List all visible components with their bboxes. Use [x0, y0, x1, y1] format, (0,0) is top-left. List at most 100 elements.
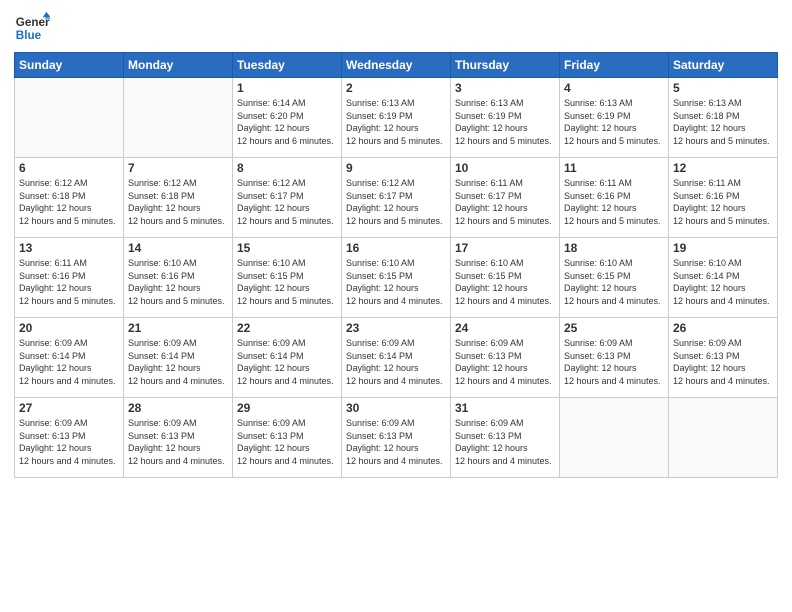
calendar-cell: 2 Sunrise: 6:13 AMSunset: 6:19 PMDaylight…: [342, 78, 451, 158]
day-number: 23: [346, 321, 446, 335]
day-info: Sunrise: 6:09 AMSunset: 6:13 PMDaylight:…: [19, 417, 119, 467]
day-number: 16: [346, 241, 446, 255]
day-number: 1: [237, 81, 337, 95]
calendar-cell: 16Sunrise: 6:10 AMSunset: 6:15 PMDayligh…: [342, 238, 451, 318]
calendar-cell: 20 Sunrise: 6:09 AMSunset: 6:14 PMDayligh…: [15, 318, 124, 398]
weekday-thursday: Thursday: [451, 53, 560, 78]
day-info: Sunrise: 6:09 AMSunset: 6:14 PMDaylight:…: [237, 337, 337, 387]
week-row-2: 6Sunrise: 6:12 AMSunset: 6:18 PMDaylight…: [15, 158, 778, 238]
day-info: Sunrise: 6:12 AMSunset: 6:18 PMDaylight:…: [19, 177, 119, 227]
week-row-1: 1 Sunrise: 6:14 AMSunset: 6:20 PMDaylight…: [15, 78, 778, 158]
day-number: 3: [455, 81, 555, 95]
day-info: Sunrise: 6:10 AMSunset: 6:15 PMDaylight:…: [237, 257, 337, 307]
day-number: 5: [673, 81, 773, 95]
week-row-3: 13 Sunrise: 6:11 AMSunset: 6:16 PMDayligh…: [15, 238, 778, 318]
calendar-cell: 25Sunrise: 6:09 AMSunset: 6:13 PMDayligh…: [560, 318, 669, 398]
day-number: 31: [455, 401, 555, 415]
weekday-friday: Friday: [560, 53, 669, 78]
day-info: Sunrise: 6:13 AMSunset: 6:19 PMDaylight:…: [346, 97, 446, 147]
week-row-5: 27 Sunrise: 6:09 AMSunset: 6:13 PMDayligh…: [15, 398, 778, 478]
calendar-cell: [669, 398, 778, 478]
calendar-cell: 11 Sunrise: 6:11 AMSunset: 6:16 PMDayligh…: [560, 158, 669, 238]
calendar-page: General Blue SundayMondayTuesdayWednesda…: [0, 0, 792, 612]
calendar-cell: 5Sunrise: 6:13 AMSunset: 6:18 PMDaylight…: [669, 78, 778, 158]
day-info: Sunrise: 6:10 AMSunset: 6:15 PMDaylight:…: [455, 257, 555, 307]
day-number: 24: [455, 321, 555, 335]
calendar-cell: 18 Sunrise: 6:10 AMSunset: 6:15 PMDayligh…: [560, 238, 669, 318]
day-number: 29: [237, 401, 337, 415]
day-info: Sunrise: 6:14 AMSunset: 6:20 PMDaylight:…: [237, 97, 337, 147]
calendar-cell: 17 Sunrise: 6:10 AMSunset: 6:15 PMDayligh…: [451, 238, 560, 318]
day-number: 13: [19, 241, 119, 255]
weekday-sunday: Sunday: [15, 53, 124, 78]
calendar-cell: 22 Sunrise: 6:09 AMSunset: 6:14 PMDayligh…: [233, 318, 342, 398]
day-number: 27: [19, 401, 119, 415]
svg-text:General: General: [16, 16, 50, 29]
weekday-monday: Monday: [124, 53, 233, 78]
day-info: Sunrise: 6:09 AMSunset: 6:13 PMDaylight:…: [237, 417, 337, 467]
day-info: Sunrise: 6:09 AMSunset: 6:13 PMDaylight:…: [455, 337, 555, 387]
weekday-saturday: Saturday: [669, 53, 778, 78]
day-info: Sunrise: 6:09 AMSunset: 6:14 PMDaylight:…: [19, 337, 119, 387]
calendar-cell: 14 Sunrise: 6:10 AMSunset: 6:16 PMDayligh…: [124, 238, 233, 318]
calendar-cell: 1 Sunrise: 6:14 AMSunset: 6:20 PMDaylight…: [233, 78, 342, 158]
logo: General Blue: [14, 10, 50, 46]
day-number: 30: [346, 401, 446, 415]
calendar-cell: 7 Sunrise: 6:12 AMSunset: 6:18 PMDaylight…: [124, 158, 233, 238]
week-row-4: 20 Sunrise: 6:09 AMSunset: 6:14 PMDayligh…: [15, 318, 778, 398]
calendar-cell: 12 Sunrise: 6:11 AMSunset: 6:16 PMDayligh…: [669, 158, 778, 238]
day-info: Sunrise: 6:10 AMSunset: 6:16 PMDaylight:…: [128, 257, 228, 307]
day-info: Sunrise: 6:12 AMSunset: 6:17 PMDaylight:…: [346, 177, 446, 227]
day-number: 22: [237, 321, 337, 335]
day-info: Sunrise: 6:11 AMSunset: 6:16 PMDaylight:…: [673, 177, 773, 227]
day-info: Sunrise: 6:12 AMSunset: 6:18 PMDaylight:…: [128, 177, 228, 227]
day-info: Sunrise: 6:09 AMSunset: 6:13 PMDaylight:…: [673, 337, 773, 387]
calendar-cell: 27 Sunrise: 6:09 AMSunset: 6:13 PMDayligh…: [15, 398, 124, 478]
day-info: Sunrise: 6:11 AMSunset: 6:16 PMDaylight:…: [19, 257, 119, 307]
day-info: Sunrise: 6:11 AMSunset: 6:17 PMDaylight:…: [455, 177, 555, 227]
day-number: 21: [128, 321, 228, 335]
calendar-cell: 23 Sunrise: 6:09 AMSunset: 6:14 PMDayligh…: [342, 318, 451, 398]
calendar-cell: 26 Sunrise: 6:09 AMSunset: 6:13 PMDayligh…: [669, 318, 778, 398]
calendar-cell: 4Sunrise: 6:13 AMSunset: 6:19 PMDaylight…: [560, 78, 669, 158]
calendar-cell: 31 Sunrise: 6:09 AMSunset: 6:13 PMDayligh…: [451, 398, 560, 478]
day-number: 7: [128, 161, 228, 175]
calendar-cell: 15 Sunrise: 6:10 AMSunset: 6:15 PMDayligh…: [233, 238, 342, 318]
calendar-cell: 28 Sunrise: 6:09 AMSunset: 6:13 PMDayligh…: [124, 398, 233, 478]
header: General Blue: [14, 10, 778, 46]
day-number: 14: [128, 241, 228, 255]
day-number: 10: [455, 161, 555, 175]
day-info: Sunrise: 6:10 AMSunset: 6:15 PMDaylight:…: [564, 257, 664, 307]
calendar-cell: 9 Sunrise: 6:12 AMSunset: 6:17 PMDaylight…: [342, 158, 451, 238]
day-info: Sunrise: 6:09 AMSunset: 6:14 PMDaylight:…: [346, 337, 446, 387]
day-info: Sunrise: 6:09 AMSunset: 6:13 PMDaylight:…: [128, 417, 228, 467]
day-number: 15: [237, 241, 337, 255]
day-number: 18: [564, 241, 664, 255]
day-number: 8: [237, 161, 337, 175]
day-number: 28: [128, 401, 228, 415]
calendar-cell: 10 Sunrise: 6:11 AMSunset: 6:17 PMDayligh…: [451, 158, 560, 238]
calendar-cell: 30 Sunrise: 6:09 AMSunset: 6:13 PMDayligh…: [342, 398, 451, 478]
day-info: Sunrise: 6:09 AMSunset: 6:14 PMDaylight:…: [128, 337, 228, 387]
day-info: Sunrise: 6:11 AMSunset: 6:16 PMDaylight:…: [564, 177, 664, 227]
day-number: 12: [673, 161, 773, 175]
day-number: 11: [564, 161, 664, 175]
weekday-header-row: SundayMondayTuesdayWednesdayThursdayFrid…: [15, 53, 778, 78]
calendar-cell: 13 Sunrise: 6:11 AMSunset: 6:16 PMDayligh…: [15, 238, 124, 318]
day-info: Sunrise: 6:09 AMSunset: 6:13 PMDaylight:…: [346, 417, 446, 467]
day-info: Sunrise: 6:13 AMSunset: 6:19 PMDaylight:…: [564, 97, 664, 147]
calendar-cell: 3Sunrise: 6:13 AMSunset: 6:19 PMDaylight…: [451, 78, 560, 158]
day-info: Sunrise: 6:09 AMSunset: 6:13 PMDaylight:…: [455, 417, 555, 467]
calendar-cell: 8Sunrise: 6:12 AMSunset: 6:17 PMDaylight…: [233, 158, 342, 238]
day-number: 17: [455, 241, 555, 255]
day-number: 20: [19, 321, 119, 335]
day-number: 26: [673, 321, 773, 335]
calendar-cell: 21 Sunrise: 6:09 AMSunset: 6:14 PMDayligh…: [124, 318, 233, 398]
day-number: 9: [346, 161, 446, 175]
calendar-table: SundayMondayTuesdayWednesdayThursdayFrid…: [14, 52, 778, 478]
day-number: 2: [346, 81, 446, 95]
svg-text:Blue: Blue: [16, 29, 42, 42]
day-number: 19: [673, 241, 773, 255]
day-info: Sunrise: 6:09 AMSunset: 6:13 PMDaylight:…: [564, 337, 664, 387]
calendar-cell: 19Sunrise: 6:10 AMSunset: 6:14 PMDayligh…: [669, 238, 778, 318]
